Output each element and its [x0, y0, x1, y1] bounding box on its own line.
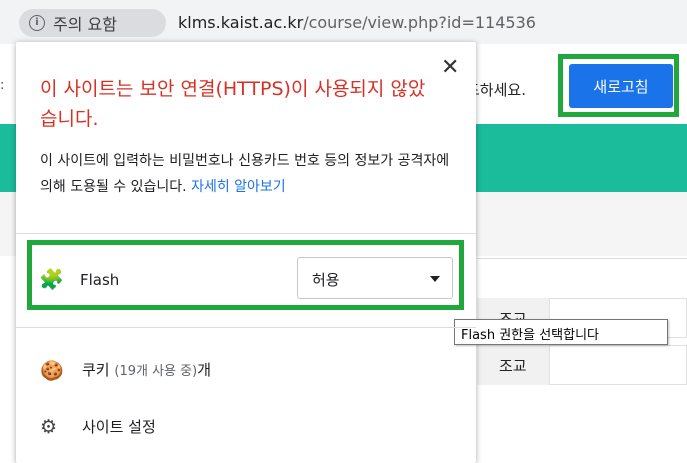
table-value-cell [549, 345, 687, 385]
url-text[interactable]: klms.kaist.ac.kr/course/view.php?id=1145… [178, 13, 536, 32]
page-divider [477, 258, 687, 259]
gear-icon: ⚙ [40, 416, 58, 438]
divider [16, 327, 476, 328]
url-host: klms.kaist.ac.kr [178, 13, 304, 32]
cookies-row[interactable]: 쿠키 (19개 사용 중)개 [82, 359, 211, 380]
popup-title: 이 사이트는 보안 연결(HTTPS)이 사용되지 않았습니다. [40, 78, 426, 130]
cookies-suffix: 개 [197, 361, 211, 379]
chevron-down-icon [430, 276, 440, 282]
cookies-count: (19개 사용 중) [114, 364, 198, 379]
address-bar[interactable]: i 주의 요함 klms.kaist.ac.kr/course/view.php… [0, 0, 687, 44]
left-edge-fragment: : [0, 78, 5, 93]
learn-more-link[interactable]: 자세히 알아보기 [191, 179, 286, 195]
flash-label: Flash [80, 271, 120, 289]
cookie-icon: 🍪 [40, 360, 64, 382]
url-path: /course/view.php?id=114536 [303, 13, 536, 32]
divider [16, 233, 476, 234]
flash-permission-value: 허용 [312, 271, 340, 289]
flash-tooltip: Flash 권한을 선택합니다 [454, 319, 668, 345]
site-settings-link[interactable]: 사이트 설정 [82, 416, 156, 437]
info-icon: i [29, 15, 45, 31]
table-label-cell: 조교 [477, 345, 549, 385]
puzzle-icon: 🧩 [39, 267, 64, 291]
cookies-label: 쿠키 [82, 361, 110, 379]
close-icon[interactable]: ✕ [441, 57, 459, 79]
flash-permission-select[interactable]: 허용 [297, 257, 453, 299]
popup-description: 이 사이트에 입력하는 비밀번호나 신용카드 번호 등의 정보가 공격자에 의해… [40, 148, 455, 200]
security-chip-label: 주의 요함 [53, 15, 117, 34]
reload-button[interactable]: 새로고침 [569, 64, 673, 108]
security-chip[interactable]: i 주의 요함 [19, 9, 166, 37]
